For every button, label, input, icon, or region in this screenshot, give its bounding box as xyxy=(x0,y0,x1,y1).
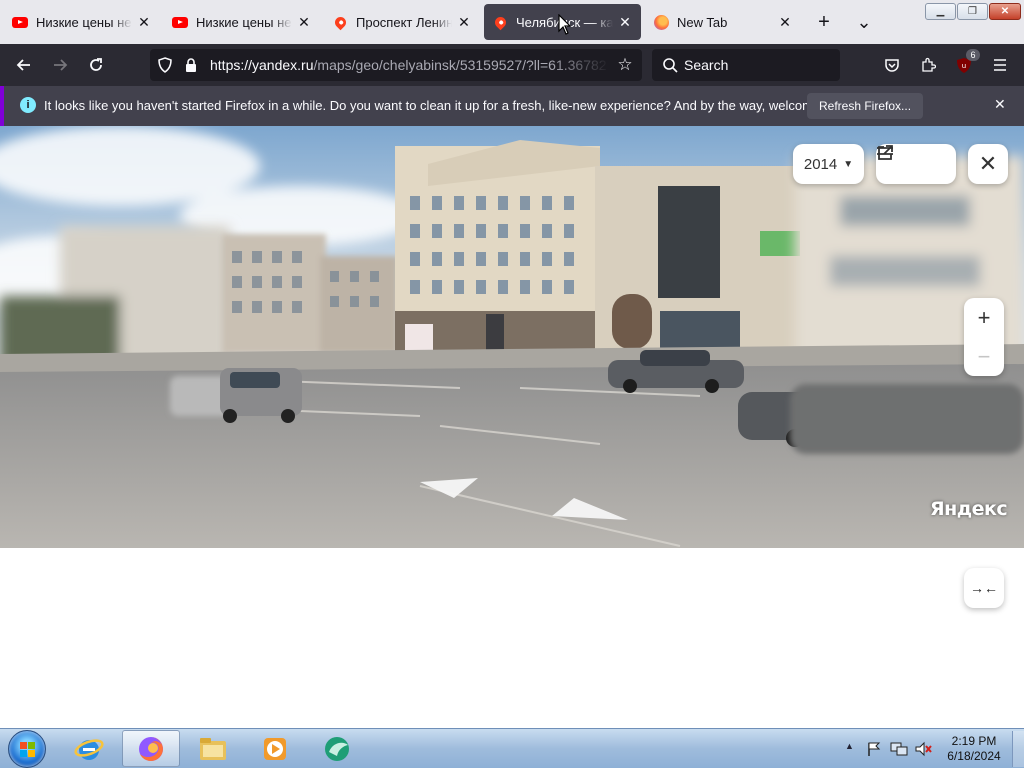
notification-message: It looks like you haven't started Firefo… xyxy=(44,98,855,113)
ublock-extension-button[interactable]: u 6 xyxy=(950,49,980,79)
yandex-logo: Яндекс xyxy=(930,498,1008,520)
close-tab-icon[interactable]: ✕ xyxy=(617,14,633,30)
tab-youtube-1[interactable]: Низкие цены не на ✕ xyxy=(4,4,160,40)
media-player-icon xyxy=(264,737,286,760)
volume-muted-icon[interactable] xyxy=(914,741,932,757)
app-menu-button[interactable] xyxy=(986,51,1014,79)
collapse-panorama-button[interactable]: →← xyxy=(964,568,1004,608)
file-explorer-icon xyxy=(200,737,226,760)
close-tab-icon[interactable]: ✕ xyxy=(296,14,312,30)
svg-text:u: u xyxy=(962,62,966,70)
back-arrow-icon xyxy=(16,59,30,71)
show-desktop-button[interactable] xyxy=(1012,731,1024,767)
zoom-in-button[interactable]: + xyxy=(964,298,1004,337)
panorama-actions-group xyxy=(876,144,956,184)
internet-explorer-icon xyxy=(74,738,104,760)
url-bar[interactable]: https://yandex.ru/maps/geo/chelyabinsk/5… xyxy=(150,49,642,81)
minimize-button[interactable]: ▁ xyxy=(925,3,956,20)
windows-logo-icon xyxy=(20,742,36,758)
close-tab-icon[interactable]: ✕ xyxy=(136,14,152,30)
refresh-firefox-button[interactable]: Refresh Firefox... xyxy=(807,93,924,119)
street-panorama-view[interactable]: 2014 ▼ ✕ + − Яндекс xyxy=(0,126,1024,548)
map-area: →← xyxy=(0,548,1024,728)
list-all-tabs-button[interactable]: ⌄ xyxy=(850,8,878,36)
taskbar-file-explorer[interactable] xyxy=(184,730,242,767)
network-icon[interactable] xyxy=(890,741,908,757)
firefox-icon xyxy=(653,14,669,30)
close-window-button[interactable]: ✕ xyxy=(989,3,1021,20)
yandex-maps-pin-icon xyxy=(332,14,348,30)
zoom-out-button[interactable]: − xyxy=(964,337,1004,376)
restore-button[interactable]: ❐ xyxy=(957,3,988,20)
info-icon: i xyxy=(20,97,36,113)
taskbar-internet-explorer[interactable] xyxy=(60,730,118,767)
pocket-icon xyxy=(885,58,899,72)
tab-title: New Tab xyxy=(677,14,728,30)
lock-icon[interactable] xyxy=(182,56,200,74)
zoom-controls: + − xyxy=(964,298,1004,376)
show-hidden-icons-button[interactable]: ▲ xyxy=(845,741,854,751)
tab-strip: Низкие цены не на ✕ Низкие цены не на ✕ … xyxy=(0,0,1024,44)
close-tab-icon[interactable]: ✕ xyxy=(456,14,472,30)
extensions-button[interactable] xyxy=(914,51,942,79)
yandex-maps-pin-icon xyxy=(492,14,508,30)
app-icon xyxy=(325,736,349,761)
tab-youtube-2[interactable]: Низкие цены не на ✕ xyxy=(164,4,320,40)
extension-badge-count: 6 xyxy=(966,49,980,61)
reload-icon xyxy=(90,58,102,71)
start-button[interactable] xyxy=(8,730,46,768)
search-icon xyxy=(663,58,678,73)
close-tab-icon[interactable]: ✕ xyxy=(777,14,793,30)
action-center-flag-icon[interactable] xyxy=(866,741,882,757)
back-button[interactable] xyxy=(10,51,38,79)
url-path: /maps/geo/chelyabinsk/53159527/?ll=61.36… xyxy=(313,57,607,73)
tab-title: Низкие цены не на xyxy=(36,14,132,30)
pocket-button[interactable] xyxy=(878,51,906,79)
notification-bar: i It looks like you haven't started Fire… xyxy=(0,86,1024,126)
close-panorama-button[interactable]: ✕ xyxy=(968,144,1008,184)
search-bar[interactable]: Search xyxy=(652,49,840,81)
system-clock[interactable]: 2:19 PM 6/18/2024 xyxy=(943,734,1005,764)
tracking-protection-shield-icon[interactable] xyxy=(156,56,174,74)
search-placeholder: Search xyxy=(684,57,729,73)
windows-taskbar: ▲ 2:19 PM 6/18/2024 xyxy=(0,728,1024,768)
menu-lines-icon xyxy=(877,147,893,155)
hamburger-menu-icon xyxy=(994,59,1006,71)
new-tab-button[interactable]: + xyxy=(810,8,838,36)
taskbar-app[interactable] xyxy=(308,730,366,767)
reload-button[interactable] xyxy=(82,51,110,79)
puzzle-piece-icon xyxy=(922,57,936,72)
firefox-icon xyxy=(139,736,163,761)
clock-time: 2:19 PM xyxy=(951,734,997,748)
year-value: 2014 xyxy=(803,155,838,173)
navigation-toolbar: https://yandex.ru/maps/geo/chelyabinsk/5… xyxy=(0,44,1024,86)
tab-title: Проспект Ленина xyxy=(356,14,452,30)
panorama-image xyxy=(0,126,1024,548)
url-input[interactable]: https://yandex.ru/maps/geo/chelyabinsk/5… xyxy=(210,49,610,81)
youtube-icon xyxy=(12,14,28,30)
tab-new-tab[interactable]: New Tab ✕ xyxy=(645,4,801,40)
youtube-icon xyxy=(172,14,188,30)
bookmark-star-icon[interactable]: ☆ xyxy=(616,55,634,74)
tab-title: Низкие цены не на xyxy=(196,14,292,30)
panorama-year-select[interactable]: 2014 ▼ xyxy=(793,144,864,184)
caret-down-icon: ▼ xyxy=(843,158,854,170)
url-host: https://yandex.ru xyxy=(210,57,314,73)
forward-arrow-icon xyxy=(54,59,68,71)
tab-prospekt-lenina[interactable]: Проспект Ленина ✕ xyxy=(324,4,480,40)
close-notification-icon[interactable]: ✕ xyxy=(994,96,1006,113)
clock-date: 6/18/2024 xyxy=(947,749,1001,763)
forward-button[interactable] xyxy=(46,51,74,79)
taskbar-firefox[interactable] xyxy=(122,730,180,767)
taskbar-media-player[interactable] xyxy=(246,730,304,767)
mouse-cursor-icon xyxy=(558,14,572,35)
